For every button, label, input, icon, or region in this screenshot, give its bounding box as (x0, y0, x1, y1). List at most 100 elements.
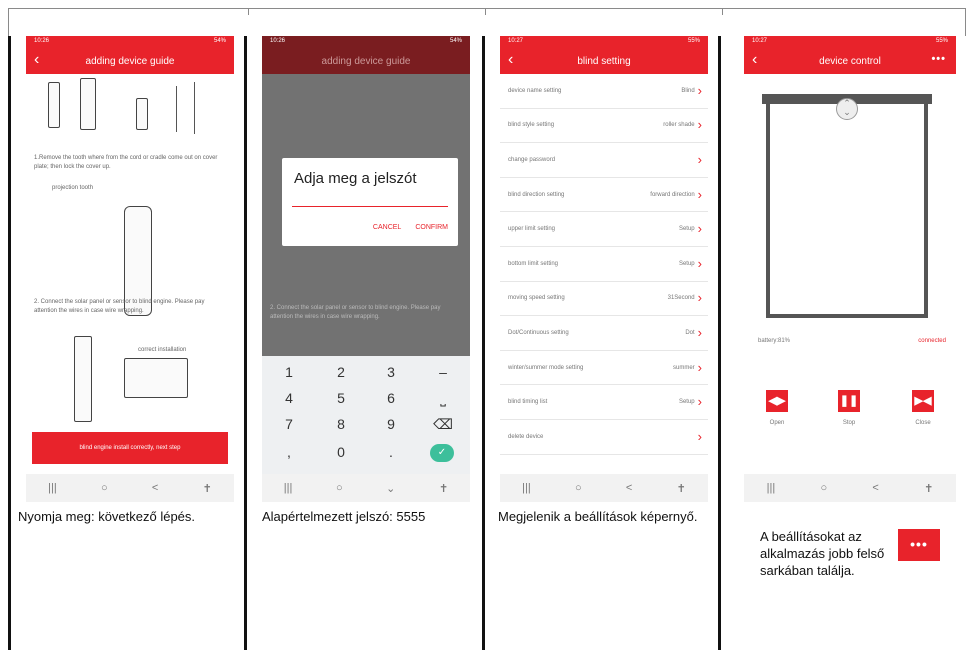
device-sketch (136, 98, 148, 130)
recent-apps-icon[interactable]: ||| (522, 482, 531, 494)
blind-position-handle[interactable]: ⌃ ⌄ (836, 98, 858, 120)
open-button[interactable]: ◀▶ (766, 390, 788, 412)
app-bar: ‹ blind setting (500, 48, 708, 74)
chevron-right-icon: › (697, 428, 702, 444)
battery-level: battery:81% (758, 338, 791, 344)
accessibility-icon[interactable]: ✝ (677, 482, 686, 495)
password-dialog: Adja meg a jelszót CANCEL CONFIRM (282, 158, 458, 246)
chevron-right-icon: › (697, 186, 702, 202)
key-dot[interactable]: . (366, 440, 416, 464)
back-arrow-icon[interactable]: ‹ (34, 51, 39, 69)
back-icon[interactable]: < (626, 482, 632, 494)
home-icon[interactable]: ○ (575, 482, 582, 494)
android-navbar: ||| ○ < ✝ (26, 474, 234, 502)
setting-row-change-password[interactable]: change password › (500, 143, 708, 178)
install-sketch (124, 358, 188, 398)
next-step-button[interactable]: blind engine install correctly, next ste… (32, 432, 228, 464)
screen-title: device control (819, 55, 881, 67)
status-bar: 10:26 54% (262, 36, 470, 48)
key-0[interactable]: 0 (316, 440, 366, 464)
recent-apps-icon[interactable]: ||| (48, 482, 57, 494)
back-arrow-icon[interactable]: ‹ (508, 51, 513, 69)
ok-key-icon[interactable]: ✓ (430, 444, 454, 462)
android-navbar: ||| ○ < ✝ (500, 474, 708, 502)
settings-list: device name setting Blind › blind style se… (500, 74, 708, 455)
recent-apps-icon[interactable]: ||| (767, 482, 776, 494)
chevron-right-icon: › (697, 255, 702, 271)
column-divider (244, 36, 247, 650)
setting-row-winter-summer[interactable]: winter/summer mode setting summer › (500, 351, 708, 386)
setting-row-bottom-limit[interactable]: bottom limit setting Setup › (500, 247, 708, 282)
android-navbar: ||| ○ < ✝ (744, 474, 956, 502)
back-icon[interactable]: < (152, 482, 158, 494)
cancel-button[interactable]: CANCEL (373, 224, 401, 231)
key-1[interactable]: 1 (264, 360, 314, 384)
key-7[interactable]: 7 (264, 412, 314, 436)
close-button[interactable]: ▶◀ (912, 390, 934, 412)
home-icon[interactable]: ○ (101, 482, 108, 494)
phone-adding-guide: 10:26 54% ‹ adding device guide 1.Remove… (26, 36, 234, 502)
accessibility-icon[interactable]: ✝ (924, 482, 933, 495)
recent-apps-icon[interactable]: ||| (284, 482, 293, 494)
blind-window-frame (766, 98, 928, 318)
phone-blind-setting: 10:27 55% ‹ blind setting device name se… (500, 36, 708, 502)
key-8[interactable]: 8 (316, 412, 366, 436)
back-icon[interactable]: < (872, 482, 878, 494)
chevron-right-icon: › (697, 324, 702, 340)
setting-row-upper-limit[interactable]: upper limit setting Setup › (500, 212, 708, 247)
more-options-icon[interactable]: ••• (931, 53, 946, 65)
app-bar: ‹ device control ••• (744, 48, 956, 74)
stop-label: Stop (842, 420, 856, 426)
setting-row-blind-style[interactable]: blind style setting roller shade › (500, 109, 708, 144)
open-label: Open (769, 420, 785, 426)
device-sketch (48, 82, 60, 128)
dialog-title: Adja meg a jelszót (294, 170, 417, 187)
chevron-down-icon[interactable]: ⌄ (386, 482, 395, 495)
key-6[interactable]: 6 (366, 386, 416, 410)
more-options-icon: ••• (898, 529, 940, 561)
key-4[interactable]: 4 (264, 386, 314, 410)
setting-row-direction[interactable]: blind direction setting forward direction… (500, 178, 708, 213)
key-space[interactable]: ⎵ (418, 386, 468, 410)
status-bar: 10:26 54% (26, 36, 234, 48)
confirm-button[interactable]: CONFIRM (415, 224, 448, 231)
accessibility-icon[interactable]: ✝ (203, 482, 212, 495)
setting-row-timing-list[interactable]: blind timing list Setup › (500, 385, 708, 420)
android-navbar: ||| ○ ⌄ ✝ (262, 474, 470, 502)
chevron-right-icon: › (697, 151, 702, 167)
accessibility-icon[interactable]: ✝ (439, 482, 448, 495)
home-icon[interactable]: ○ (820, 482, 827, 494)
caption-step3: Megjelenik a beállítások képernyő. (498, 509, 698, 524)
key-3[interactable]: 3 (366, 360, 416, 384)
key-9[interactable]: 9 (366, 412, 416, 436)
install-sketch (74, 336, 92, 422)
setting-row-speed[interactable]: moving speed setting 31Second › (500, 282, 708, 317)
backspace-key-icon[interactable]: ⌫ (418, 412, 468, 436)
column-divider (8, 36, 11, 650)
password-input[interactable] (292, 206, 448, 207)
key-5[interactable]: 5 (316, 386, 366, 410)
phone-password: 10:26 54% adding device guide 2. Connect… (262, 36, 470, 502)
chevron-right-icon: › (697, 359, 702, 375)
stop-button[interactable]: ❚❚ (838, 390, 860, 412)
status-bar: 10:27 55% (500, 36, 708, 48)
key-2[interactable]: 2 (316, 360, 366, 384)
top-frame (8, 8, 966, 36)
chevron-right-icon: › (697, 117, 702, 133)
setting-row-delete-device[interactable]: delete device › (500, 420, 708, 455)
chevron-right-icon: › (697, 290, 702, 306)
label-tooth: projection tooth (52, 185, 94, 191)
numeric-keypad: 1 2 3 – 4 5 6 ⎵ 7 8 9 ⌫ , 0 . ✓ (262, 356, 470, 474)
chevron-right-icon: › (697, 82, 702, 98)
connection-status: connected (918, 338, 946, 344)
key-minus[interactable]: – (418, 360, 468, 384)
status-bar: 10:27 55% (744, 36, 956, 48)
back-arrow-icon[interactable]: ‹ (752, 51, 757, 69)
key-comma[interactable]: , (264, 440, 314, 464)
screen-title: blind setting (577, 55, 631, 67)
setting-row-dot-continuous[interactable]: Dot/Continuous setting Dot › (500, 316, 708, 351)
phone-device-control: 10:27 55% ‹ device control ••• ⌃ ⌄ batter… (744, 36, 956, 502)
home-icon[interactable]: ○ (336, 482, 343, 494)
setting-row-device-name[interactable]: device name setting Blind › (500, 74, 708, 109)
guide-step2-text: 2. Connect the solar panel or sensor to … (34, 299, 205, 314)
